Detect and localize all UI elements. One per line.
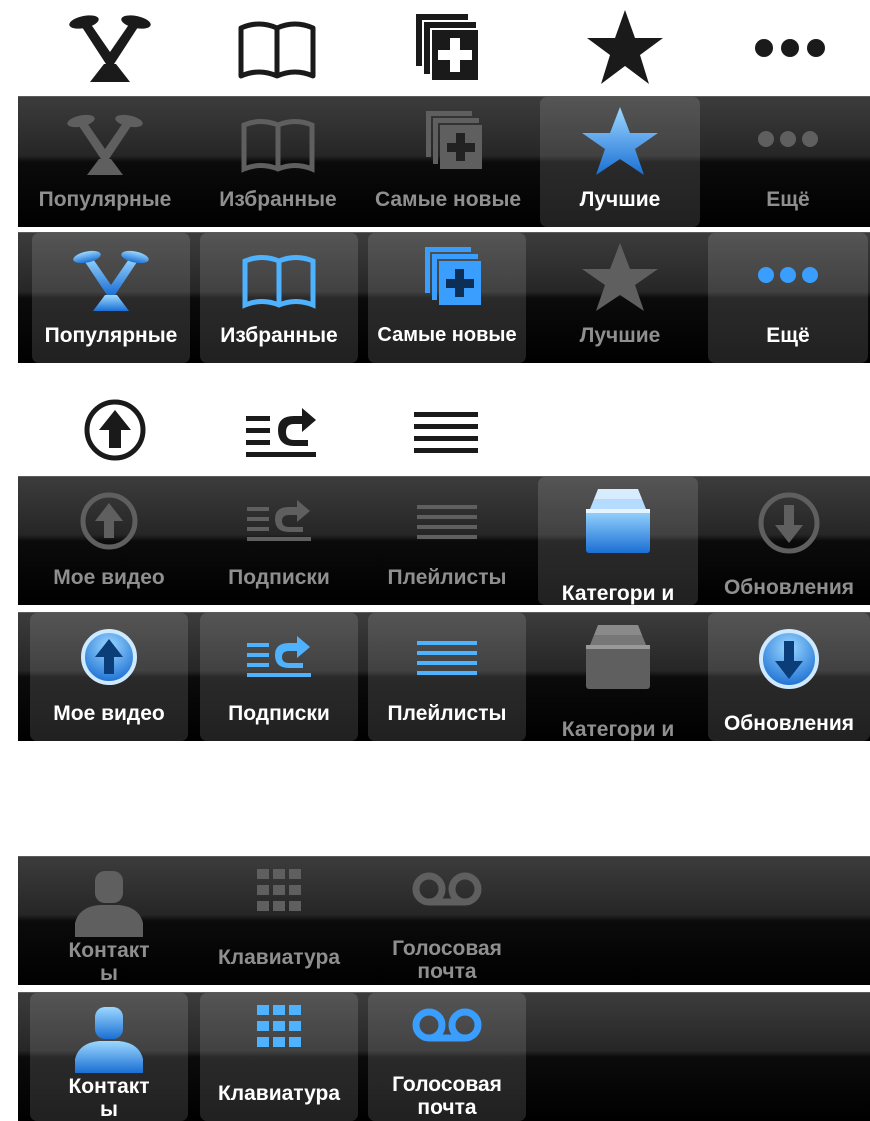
tab-label: Обновления — [723, 712, 855, 735]
tab-label: Популярные — [38, 188, 172, 211]
tab-updates[interactable]: Обновления — [708, 613, 870, 741]
tab-bar-phone-a: Контакт ы Клавиатура Голосовая почта — [18, 856, 870, 985]
tab-bar-media-a: Популярные Избранные Самые новые Лучшие … — [18, 96, 870, 227]
tab-playlists[interactable]: Плейлисты — [368, 477, 526, 605]
tab-label: Популярные — [44, 324, 178, 347]
tab-label: Избранные — [220, 324, 338, 347]
tab-voicemail[interactable]: Голосовая почта — [368, 857, 526, 985]
tab-keypad[interactable]: Клавиатура — [200, 993, 358, 1121]
person-icon — [75, 871, 143, 937]
subscriptions-icon — [247, 636, 311, 677]
tab-label: Избранные — [219, 188, 337, 211]
keypad-grid-icon — [257, 1005, 301, 1047]
tab-label: Обновления — [723, 576, 855, 599]
book-icon — [241, 119, 315, 173]
playlist-icon — [398, 386, 498, 474]
tab-categories[interactable]: Категори и — [538, 613, 698, 741]
voicemail-icon — [412, 1008, 482, 1042]
download-circle-icon — [759, 629, 819, 689]
tab-playlists[interactable]: Плейлисты — [368, 613, 526, 741]
tab-label: Клавиатура — [217, 1082, 341, 1105]
tab-categories[interactable]: Категори и — [538, 477, 698, 605]
upload-circle-icon — [80, 492, 138, 550]
star-icon — [582, 243, 658, 311]
tab-label: Мое видео — [53, 702, 165, 725]
spotlight-icon — [67, 114, 143, 175]
more-dots-icon — [758, 267, 818, 283]
tab-label: Голосовая почта — [392, 937, 502, 983]
icon-row-set-2 — [0, 386, 870, 474]
tab-more[interactable]: Ещё — [708, 97, 868, 227]
tab-label: Подписки — [228, 702, 330, 725]
tab-label: Подписки — [228, 566, 330, 589]
tab-favorites[interactable]: Избранные — [198, 97, 358, 227]
keypad-grid-icon — [257, 869, 301, 911]
tab-label: Плейлисты — [387, 702, 507, 725]
star-icon — [575, 2, 675, 90]
spotlight-icon — [73, 250, 149, 311]
tab-bar-video-a: Мое видео Подписки Плейлисты Категори и … — [18, 476, 870, 605]
tab-voicemail[interactable]: Голосовая почта — [368, 993, 526, 1121]
tab-label: Контакт ы — [68, 1075, 150, 1121]
tab-label: Мое видео — [53, 566, 165, 589]
tab-label: Категори и — [561, 582, 675, 605]
tab-newest[interactable]: Самые новые — [368, 233, 526, 363]
person-icon — [75, 1007, 143, 1073]
tab-favorites[interactable]: Избранные — [200, 233, 358, 363]
archive-box-icon — [586, 625, 650, 689]
book-icon — [242, 255, 316, 309]
subscriptions-icon — [247, 500, 311, 541]
tab-top-rated[interactable]: Лучшие — [540, 97, 700, 227]
tab-label: Самые новые — [377, 324, 517, 346]
tab-label: Лучшие — [579, 324, 661, 347]
tab-more[interactable]: Ещё — [708, 233, 868, 363]
tab-label: Клавиатура — [217, 946, 341, 969]
tab-label: Контакт ы — [68, 939, 150, 985]
subscriptions-icon — [232, 386, 332, 474]
tab-contacts[interactable]: Контакт ы — [30, 857, 188, 985]
tab-bar-video-b: Мое видео Подписки Плейлисты Категори и … — [18, 612, 870, 741]
add-layers-icon — [426, 111, 482, 169]
star-icon — [582, 107, 658, 175]
add-layers-icon — [392, 2, 492, 90]
tab-label: Категори и — [561, 718, 675, 741]
more-dots-icon — [758, 131, 818, 147]
add-layers-icon — [425, 247, 481, 305]
tab-keypad[interactable]: Клавиатура — [200, 857, 358, 985]
tab-top-rated[interactable]: Лучшие — [540, 233, 700, 363]
tab-label: Ещё — [766, 188, 810, 211]
tab-popular[interactable]: Популярные — [32, 233, 190, 363]
tab-label: Лучшие — [579, 188, 661, 211]
tab-subscriptions[interactable]: Подписки — [200, 477, 358, 605]
voicemail-icon — [412, 872, 482, 906]
more-dots-icon — [740, 2, 840, 90]
tab-updates[interactable]: Обновления — [708, 477, 870, 605]
tab-label: Голосовая почта — [392, 1073, 502, 1119]
playlist-icon — [417, 505, 477, 539]
upload-circle-icon — [81, 629, 137, 685]
tab-my-videos[interactable]: Мое видео — [30, 613, 188, 741]
playlist-icon — [417, 641, 477, 675]
book-icon — [227, 2, 327, 90]
tab-label: Плейлисты — [387, 566, 507, 589]
archive-box-icon — [586, 489, 650, 553]
icon-row-set-1 — [0, 2, 870, 90]
tab-my-videos[interactable]: Мое видео — [30, 477, 188, 605]
tab-bar-media-b: Популярные Избранные Самые новые Лучшие … — [18, 232, 870, 363]
tab-label: Ещё — [766, 324, 810, 347]
tab-label: Самые новые — [374, 188, 522, 211]
tab-popular[interactable]: Популярные — [20, 97, 190, 227]
upload-circle-icon — [65, 386, 165, 474]
tab-contacts[interactable]: Контакт ы — [30, 993, 188, 1121]
download-circle-icon — [758, 492, 820, 554]
tab-newest[interactable]: Самые новые — [368, 97, 528, 227]
spotlight-icon — [60, 2, 160, 90]
tab-bar-phone-b: Контакт ы Клавиатура Голосовая почта — [18, 992, 870, 1121]
tab-subscriptions[interactable]: Подписки — [200, 613, 358, 741]
